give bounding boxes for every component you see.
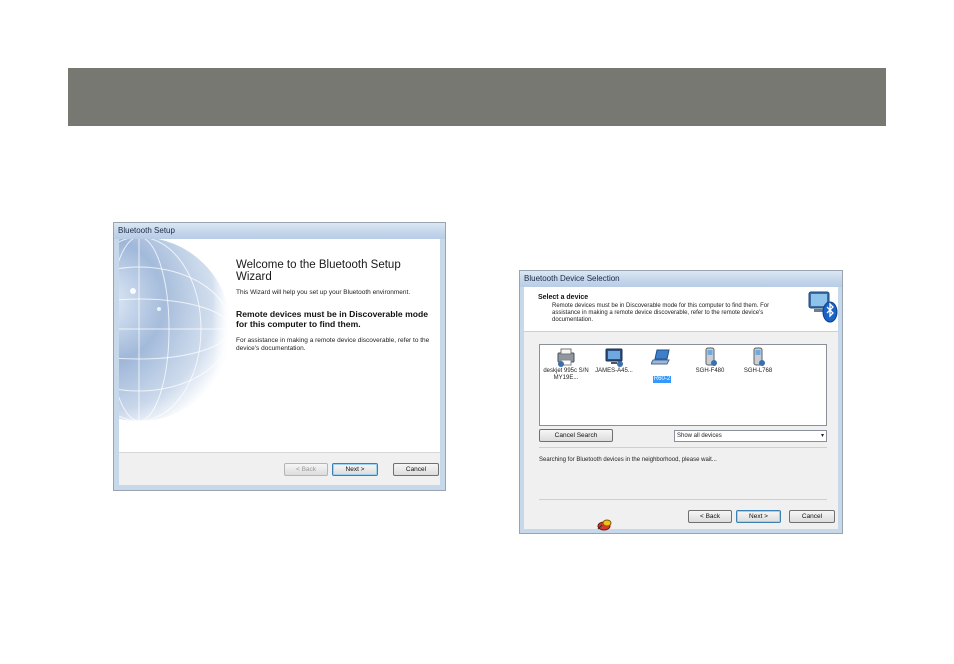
bluetooth-setup-window: Bluetooth Setup Welcome to the Bluetooth…: [113, 222, 446, 491]
search-status-text: Searching for Bluetooth devices in the n…: [539, 457, 717, 463]
selection-header: Select a device Remote devices must be i…: [524, 287, 838, 332]
device-selection-window: Bluetooth Device Selection Select a devi…: [519, 270, 843, 534]
list-item-laptop[interactable]: R60-2: [636, 347, 688, 385]
cancel-button[interactable]: Cancel: [393, 463, 439, 476]
device-filter-dropdown[interactable]: Show all devices ▾: [674, 430, 827, 442]
device-label: JAMES-A45...: [595, 368, 633, 374]
list-item-printer[interactable]: deskjet 995c S/N MY19E...: [540, 347, 592, 382]
globe-illustration: [119, 239, 229, 457]
cancel-search-button[interactable]: Cancel Search: [539, 429, 613, 442]
bluetooth-icon: [806, 290, 838, 324]
list-item-phone[interactable]: SGH-F480: [684, 347, 736, 375]
device-filter-value: Show all devices: [677, 433, 722, 439]
wizard-button-bar: < Back Next > Cancel: [119, 452, 440, 485]
list-item-computer[interactable]: JAMES-A45...: [588, 347, 640, 375]
header-banner: [68, 68, 886, 126]
wizard-intro-text: This Wizard will help you set up your Bl…: [236, 289, 411, 296]
back-button[interactable]: < Back: [688, 510, 732, 523]
phone-icon: [705, 347, 717, 366]
next-button[interactable]: Next >: [332, 463, 378, 476]
bluetooth-logo-icon: [596, 517, 614, 531]
assistance-text: For assistance in making a remote device…: [236, 337, 430, 352]
device-list[interactable]: deskjet 995c S/N MY19E... JAMES-A45... R…: [539, 344, 827, 426]
printer-icon: [557, 348, 575, 367]
device-label: deskjet 995c S/N MY19E...: [543, 368, 589, 381]
divider: [539, 447, 827, 448]
wizard-heading: Welcome to the Bluetooth Setup Wizard: [236, 259, 401, 283]
device-label: SGH-F480: [695, 368, 725, 374]
list-item-phone[interactable]: SGH-L768: [732, 347, 784, 375]
window-title: Bluetooth Device Selection: [520, 271, 842, 287]
computer-icon: [605, 348, 623, 367]
cancel-button[interactable]: Cancel: [789, 510, 835, 523]
device-label: SGH-L768: [743, 368, 773, 374]
wizard-content: Welcome to the Bluetooth Setup Wizard Th…: [119, 239, 440, 485]
phone-icon: [753, 347, 765, 366]
device-label-selected: R60-2: [652, 376, 672, 383]
chevron-down-icon: ▾: [820, 433, 824, 439]
divider: [539, 499, 827, 500]
discoverable-note: Remote devices must be in Discoverable m…: [236, 309, 428, 329]
device-selection-content: Select a device Remote devices must be i…: [524, 287, 838, 531]
select-device-description: Remote devices must be in Discoverable m…: [552, 303, 770, 323]
next-button[interactable]: Next >: [736, 510, 781, 523]
back-button[interactable]: < Back: [284, 463, 328, 476]
window-title: Bluetooth Setup: [114, 223, 445, 239]
select-device-title: Select a device: [538, 294, 589, 301]
laptop-icon: [651, 349, 670, 365]
